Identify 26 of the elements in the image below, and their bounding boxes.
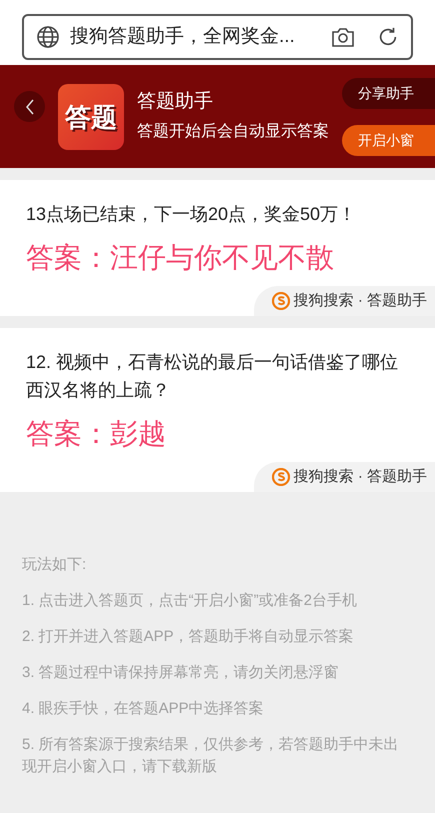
banner-subtitle: 答题开始后会自动显示答案 — [137, 121, 329, 142]
instruction-step: 3. 答题过程中请保持屏幕常亮，请勿关闭悬浮窗 — [22, 662, 413, 684]
source-label: 搜狗搜索 · 答题助手 — [294, 290, 427, 311]
question-text: 13点场已结束，下一场20点，奖金50万！ — [25, 203, 358, 226]
camera-icon[interactable] — [331, 26, 355, 48]
sogou-logo-icon — [272, 468, 290, 486]
instruction-step: 5. 所有答案源于搜索结果，仅供参考，若答题助手中未出现开启小窗入口，请下载新版 — [22, 734, 413, 778]
small-window-button[interactable]: 开启小窗 — [342, 125, 435, 156]
app-icon-text: 答题 — [65, 104, 117, 130]
share-button[interactable]: 分享助手 — [342, 78, 435, 109]
back-icon — [24, 98, 34, 114]
instruction-step: 4. 眼疾手快，在答题APP中选择答案 — [22, 698, 413, 720]
answer-text: 答案：彭越 — [25, 417, 167, 451]
instructions-heading: 玩法如下: — [22, 555, 88, 575]
back-button[interactable] — [14, 91, 45, 122]
banner-title: 答题助手 — [137, 90, 214, 114]
globe-icon — [36, 25, 60, 49]
sogou-logo-icon — [272, 292, 290, 310]
refresh-icon[interactable] — [377, 26, 399, 48]
search-text: 搜狗答题助手，全网奖金... — [70, 24, 296, 49]
search-bar[interactable]: 搜狗答题助手，全网奖金... — [22, 14, 413, 60]
answer-text: 答案：汪仔与你不见不散 — [25, 241, 335, 275]
source-label: 搜狗搜索 · 答题助手 — [294, 466, 427, 487]
instruction-step: 1. 点击进入答题页，点击“开启小窗”或准备2台手机 — [22, 590, 413, 612]
instruction-step: 2. 打开并进入答题APP，答题助手将自动显示答案 — [22, 626, 413, 648]
question-text: 12. 视频中，石青松说的最后一句话借鉴了哪位西汉名将的上疏？ — [25, 351, 400, 402]
